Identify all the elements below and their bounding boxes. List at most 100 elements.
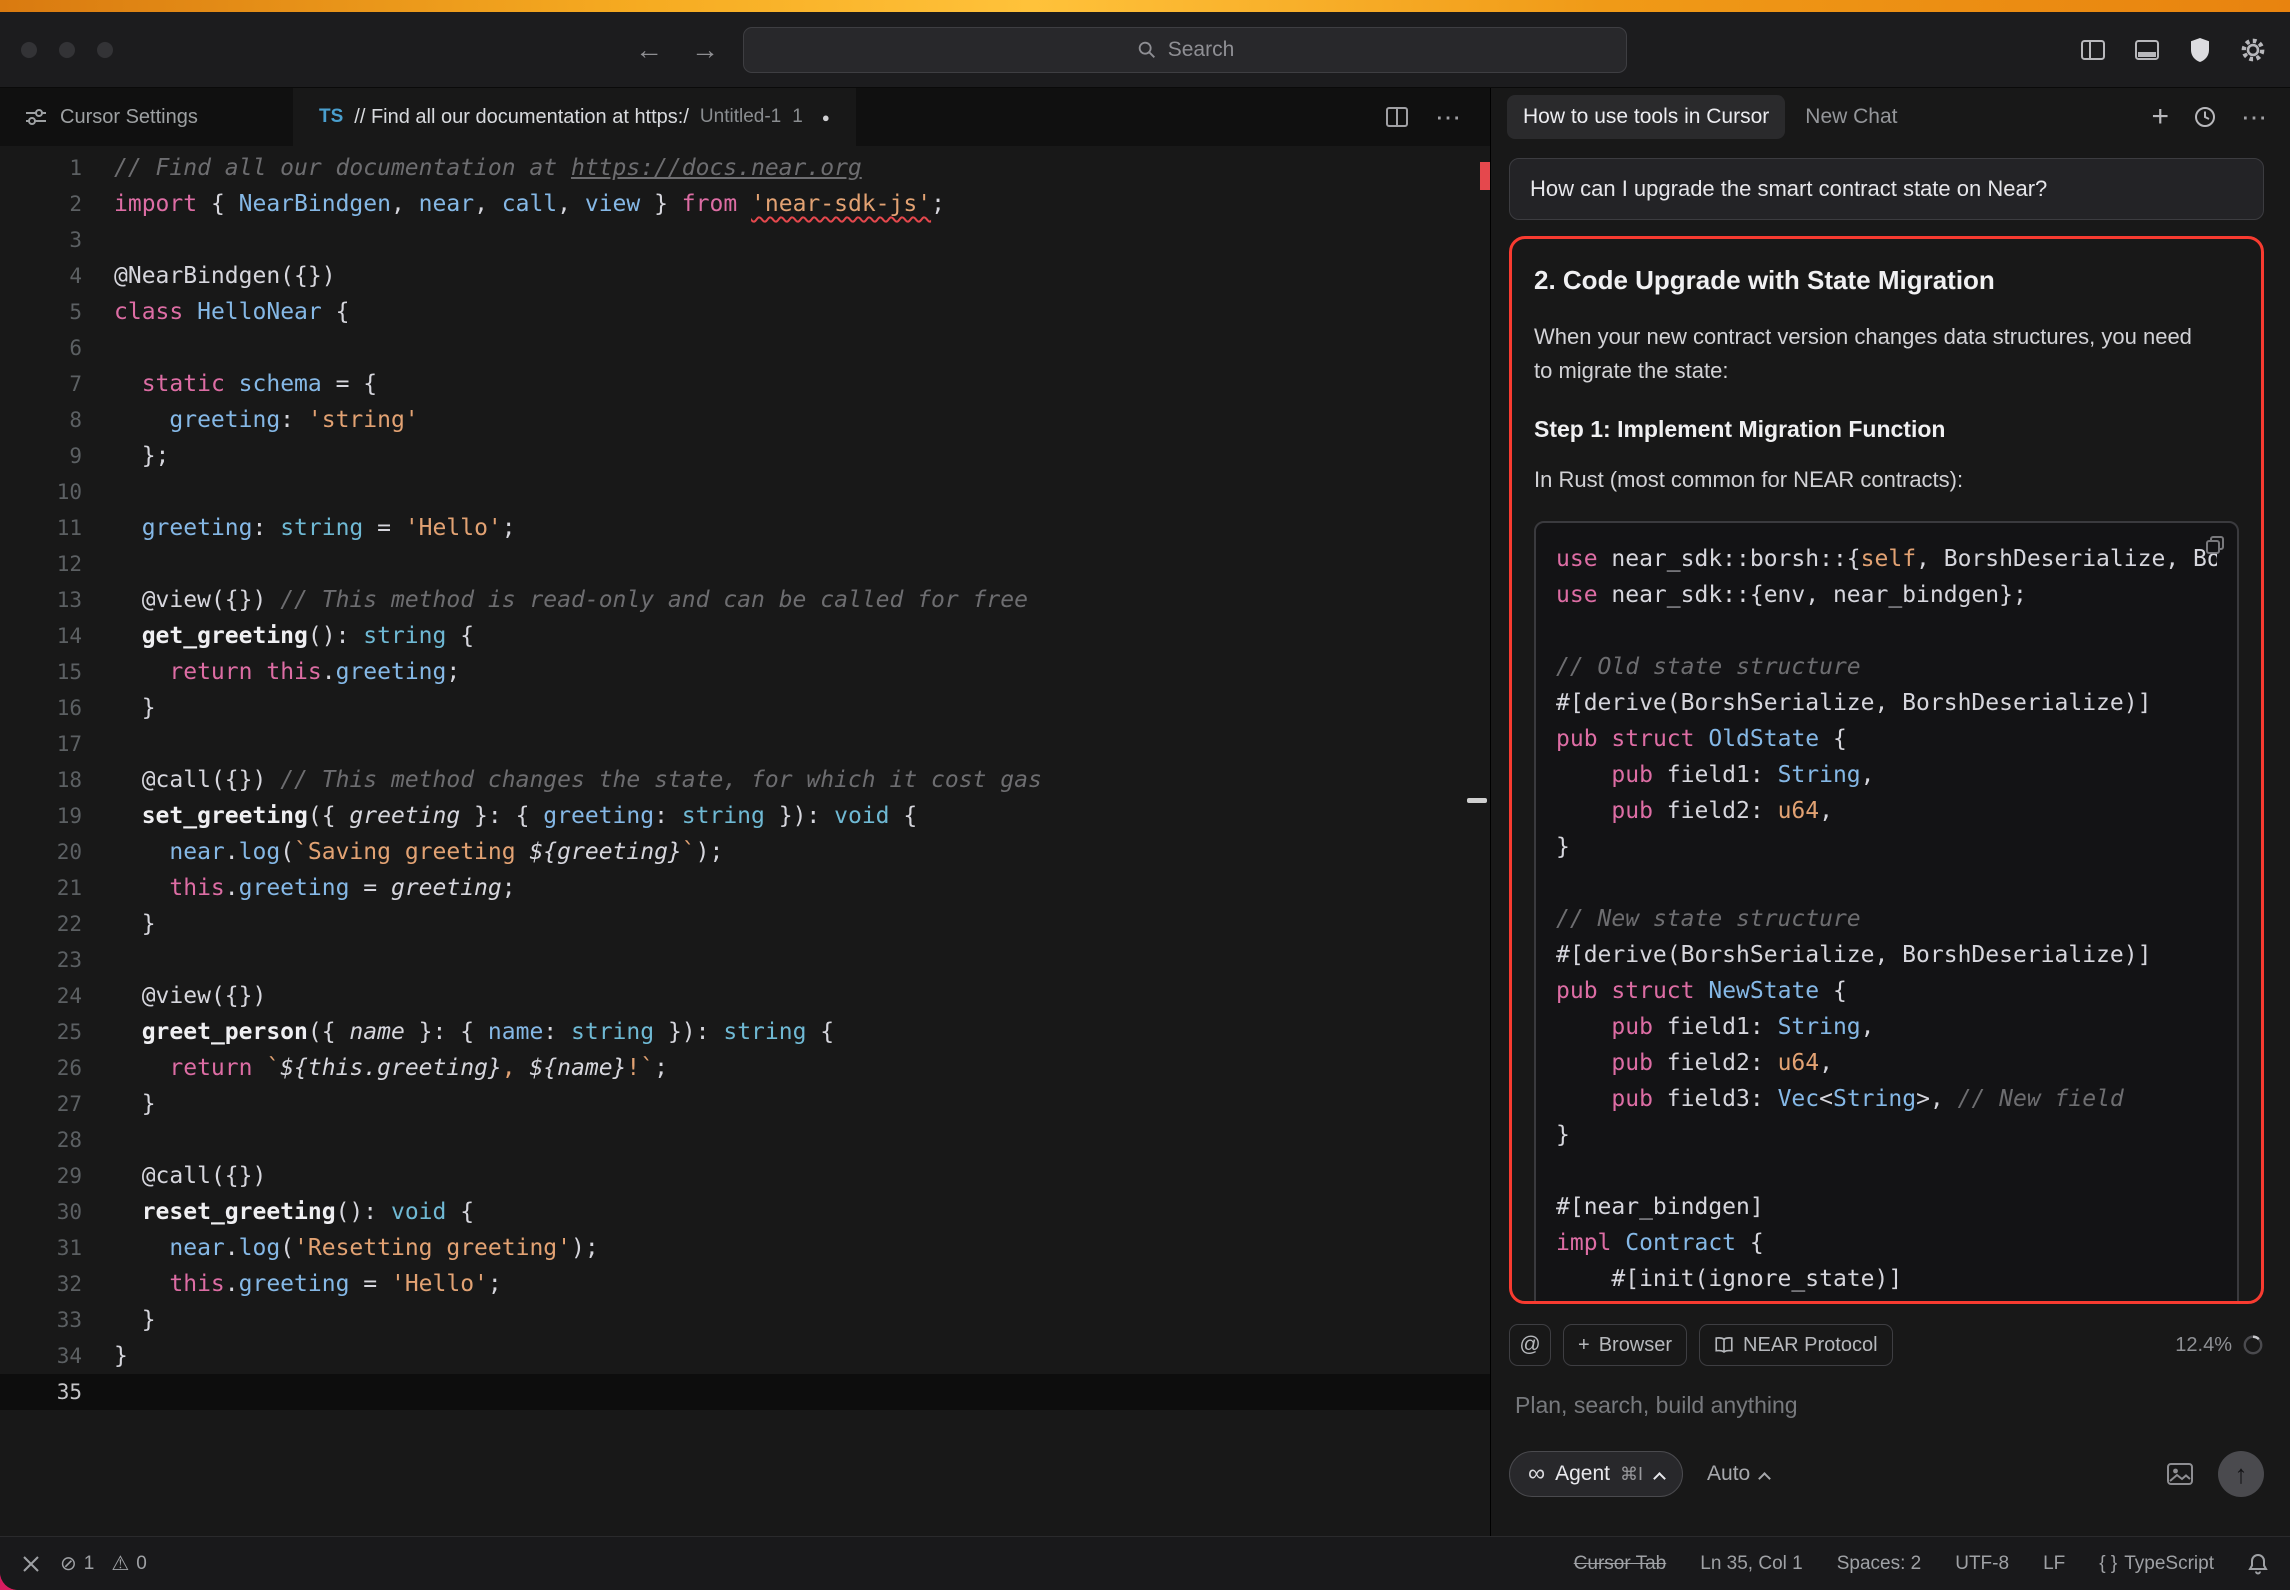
send-arrow-icon: ↑ — [2235, 1459, 2248, 1490]
near-protocol-chip-label: NEAR Protocol — [1743, 1334, 1878, 1357]
search-bar[interactable]: Search — [743, 27, 1627, 73]
code-line[interactable]: 33 } — [0, 1302, 1490, 1338]
response-intro: When your new contract version changes d… — [1534, 320, 2194, 388]
code-line[interactable]: 18 @call({}) // This method changes the … — [0, 762, 1490, 798]
chat-more-icon[interactable]: ⋯ — [2241, 102, 2268, 133]
editor-more-actions-icon[interactable]: ⋯ — [1435, 102, 1462, 133]
error-icon: ⊘ — [60, 1551, 77, 1576]
eol-indicator[interactable]: LF — [2043, 1553, 2065, 1575]
layout-sidebar-icon[interactable] — [2080, 38, 2106, 62]
scrollbar-marker[interactable] — [1467, 798, 1487, 803]
code-line[interactable]: 34} — [0, 1338, 1490, 1374]
send-button[interactable]: ↑ — [2218, 1451, 2264, 1497]
forward-button[interactable]: → — [691, 34, 719, 66]
code-line[interactable]: 9 }; — [0, 438, 1490, 474]
model-selector[interactable]: Auto — [1707, 1462, 1769, 1486]
code-line[interactable]: 6 — [0, 330, 1490, 366]
code-line[interactable]: 27 } — [0, 1086, 1490, 1122]
file-tab-badge: 1 — [792, 106, 803, 128]
spaces-indicator[interactable]: Spaces: 2 — [1837, 1553, 1922, 1575]
layout-panel-icon[interactable] — [2134, 38, 2160, 62]
chat-code-line — [1556, 865, 2217, 901]
chat-tab-active[interactable]: How to use tools in Cursor — [1507, 95, 1785, 139]
editor-pane: Cursor Settings TS // Find all our docum… — [0, 88, 1490, 1536]
code-line[interactable]: 19 set_greeting({ greeting }: { greeting… — [0, 798, 1490, 834]
code-line[interactable]: 4@NearBindgen({}) — [0, 258, 1490, 294]
near-protocol-docs-chip[interactable]: NEAR Protocol — [1699, 1324, 1893, 1366]
add-context-at-chip[interactable]: @ — [1509, 1324, 1551, 1366]
code-editor[interactable]: 1// Find all our documentation at https:… — [0, 146, 1490, 1536]
code-line[interactable]: 12 — [0, 546, 1490, 582]
code-line[interactable]: 28 — [0, 1122, 1490, 1158]
code-line[interactable]: 23 — [0, 942, 1490, 978]
code-line[interactable]: 16 } — [0, 690, 1490, 726]
cursor-tab-toggle[interactable]: Cursor Tab — [1574, 1553, 1667, 1575]
chevron-up-icon — [1758, 1472, 1771, 1485]
code-line[interactable]: 7 static schema = { — [0, 366, 1490, 402]
settings-tab-label: Cursor Settings — [60, 106, 198, 129]
attach-image-icon[interactable] — [2166, 1462, 2194, 1486]
minimize-window-button[interactable] — [58, 41, 76, 59]
tab-cursor-settings[interactable]: Cursor Settings — [0, 88, 293, 146]
code-line[interactable]: 8 greeting: 'string' — [0, 402, 1490, 438]
notifications-bell-icon[interactable] — [2248, 1553, 2268, 1575]
copy-code-icon[interactable] — [2205, 535, 2225, 555]
tabbar-spacer — [856, 88, 1385, 146]
code-line[interactable]: 3 — [0, 222, 1490, 258]
user-message[interactable]: How can I upgrade the smart contract sta… — [1509, 158, 2264, 220]
settings-gear-icon[interactable] — [2240, 37, 2266, 63]
code-line[interactable]: 11 greeting: string = 'Hello'; — [0, 510, 1490, 546]
code-line[interactable]: 10 — [0, 474, 1490, 510]
warning-icon: ⚠ — [111, 1551, 129, 1576]
remote-indicator-icon[interactable] — [22, 1555, 40, 1573]
code-line[interactable]: 2import { NearBindgen, near, call, view … — [0, 186, 1490, 222]
split-editor-icon[interactable] — [1385, 106, 1409, 128]
shield-privacy-icon[interactable] — [2188, 37, 2212, 63]
browser-chip[interactable]: + Browser — [1563, 1324, 1687, 1366]
context-usage-circle-icon[interactable] — [2242, 1334, 2264, 1356]
code-line[interactable]: 22 } — [0, 906, 1490, 942]
editor-tabbar: Cursor Settings TS // Find all our docum… — [0, 88, 1490, 146]
problems-indicator[interactable]: ⊘ 1 ⚠ 0 — [60, 1551, 147, 1576]
code-line[interactable]: 32 this.greeting = 'Hello'; — [0, 1266, 1490, 1302]
chat-code-line: pub field3: Vec<String>, // New field — [1556, 1081, 2217, 1117]
chat-body: How can I upgrade the smart contract sta… — [1491, 146, 2290, 1536]
new-chat-plus-icon[interactable]: + — [2151, 102, 2169, 132]
code-line[interactable]: 1// Find all our documentation at https:… — [0, 150, 1490, 186]
code-line[interactable]: 30 reset_greeting(): void { — [0, 1194, 1490, 1230]
traffic-lights — [20, 41, 114, 59]
back-button[interactable]: ← — [635, 34, 663, 66]
close-window-button[interactable] — [20, 41, 38, 59]
code-line[interactable]: 31 near.log('Resetting greeting'); — [0, 1230, 1490, 1266]
chat-code-line — [1556, 613, 2217, 649]
code-line[interactable]: 17 — [0, 726, 1490, 762]
code-line[interactable]: 15 return this.greeting; — [0, 654, 1490, 690]
chat-header: How to use tools in Cursor New Chat + ⋯ — [1491, 88, 2290, 146]
code-line[interactable]: 13 @view({}) // This method is read-only… — [0, 582, 1490, 618]
code-line[interactable]: 35 — [0, 1374, 1490, 1410]
code-line[interactable]: 25 greet_person({ name }: { name: string… — [0, 1014, 1490, 1050]
history-clock-icon[interactable] — [2193, 105, 2217, 129]
code-line[interactable]: 29 @call({}) — [0, 1158, 1490, 1194]
agent-mode-selector[interactable]: ∞ Agent ⌘I — [1509, 1451, 1683, 1497]
tab-untitled-file[interactable]: TS // Find all our documentation at http… — [293, 88, 856, 146]
code-line[interactable]: 5class HelloNear { — [0, 294, 1490, 330]
rust-code-block[interactable]: use near_sdk::borsh::{self, BorshDeseria… — [1534, 521, 2239, 1304]
modified-dot-icon[interactable]: ● — [822, 110, 830, 125]
chat-code-line: // New state structure — [1556, 901, 2217, 937]
code-line[interactable]: 21 this.greeting = greeting; — [0, 870, 1490, 906]
language-indicator[interactable]: { } TypeScript — [2099, 1553, 2214, 1575]
top-accent-strip — [0, 0, 2290, 12]
chat-input-placeholder[interactable]: Plan, search, build anything — [1515, 1392, 2264, 1419]
line-col-indicator[interactable]: Ln 35, Col 1 — [1700, 1553, 1802, 1575]
code-line[interactable]: 24 @view({}) — [0, 978, 1490, 1014]
chat-code-line: #[derive(BorshSerialize, BorshDeserializ… — [1556, 937, 2217, 973]
code-line[interactable]: 20 near.log(`Saving greeting ${greeting}… — [0, 834, 1490, 870]
infinity-icon: ∞ — [1528, 1460, 1545, 1488]
zoom-window-button[interactable] — [96, 41, 114, 59]
code-line[interactable]: 26 return `${this.greeting}, ${name}!`; — [0, 1050, 1490, 1086]
response-step-heading: Step 1: Implement Migration Function — [1534, 416, 2239, 443]
code-line[interactable]: 14 get_greeting(): string { — [0, 618, 1490, 654]
chat-tab-new[interactable]: New Chat — [1805, 105, 1897, 129]
encoding-indicator[interactable]: UTF-8 — [1955, 1553, 2009, 1575]
